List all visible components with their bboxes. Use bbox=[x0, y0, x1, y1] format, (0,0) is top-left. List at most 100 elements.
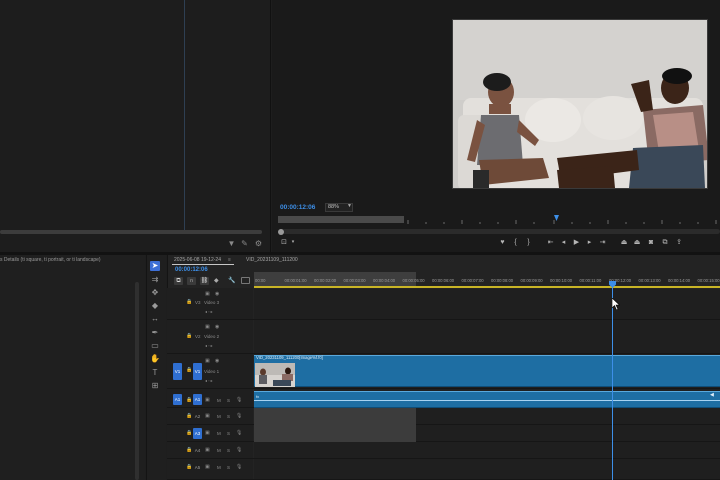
caption-icon[interactable]: ⊞ bbox=[150, 381, 160, 391]
source-scrollbar-thumb[interactable] bbox=[0, 230, 262, 234]
lock-icon[interactable]: 🔒 bbox=[186, 367, 192, 373]
monitor-settings-icon[interactable]: ⊡ bbox=[279, 238, 289, 247]
mic-icon[interactable]: 🎙 bbox=[236, 430, 242, 436]
track-row-v3 bbox=[167, 288, 720, 320]
sync-lock-icon[interactable]: ▣ bbox=[205, 413, 210, 419]
solo-a5[interactable]: S bbox=[227, 465, 230, 470]
tab-sequence-2[interactable]: VID_20231109_111200 bbox=[246, 257, 298, 263]
toggle-sync-lock-icon[interactable]: ▣ bbox=[205, 324, 210, 330]
sync-lock-icon[interactable]: ▣ bbox=[205, 464, 210, 470]
go-to-in-icon[interactable]: ⇤ bbox=[546, 238, 555, 247]
program-timecode[interactable]: 00:00:12:06 bbox=[280, 204, 315, 211]
lift-icon[interactable]: ⏏ bbox=[619, 238, 629, 247]
mic-icon[interactable]: 🎙 bbox=[236, 464, 242, 470]
monitor-zoom-knob[interactable] bbox=[278, 229, 284, 235]
tab-close-icon[interactable]: ≡ bbox=[228, 257, 231, 263]
keyframe-nav-icon[interactable]: ◂ ◦ ▸ bbox=[205, 309, 213, 314]
track-target-v1[interactable]: V1 bbox=[193, 363, 202, 380]
button-editor-icon[interactable]: ⇪ bbox=[674, 238, 684, 247]
track-target-a5[interactable]: A5 bbox=[193, 465, 202, 470]
track-target-a4[interactable]: A4 bbox=[193, 448, 202, 453]
audio-gap-region bbox=[254, 408, 416, 442]
video-clip[interactable] bbox=[254, 355, 720, 387]
settings-icon[interactable]: ⚙ bbox=[254, 240, 263, 248]
sync-lock-icon[interactable]: ▣ bbox=[205, 397, 210, 403]
marker-add-icon[interactable]: ◆ bbox=[214, 277, 219, 284]
sync-lock-icon[interactable]: ▣ bbox=[205, 447, 210, 453]
audio-fx-badge: fx bbox=[256, 394, 260, 399]
lock-icon[interactable]: 🔒 bbox=[186, 333, 192, 339]
keyframe-nav-icon[interactable]: ◂ ◦ ▸ bbox=[205, 378, 213, 383]
eye-icon[interactable]: ◉ bbox=[215, 291, 219, 297]
marker-icon[interactable]: ♥ bbox=[498, 238, 507, 247]
track-name-v2: Video 2 bbox=[204, 334, 220, 339]
pen-tool-icon[interactable]: ✒ bbox=[150, 328, 160, 338]
mute-a3[interactable]: M bbox=[217, 431, 221, 436]
track-name-v3: Video 3 bbox=[204, 300, 220, 305]
out-point-icon[interactable]: } bbox=[525, 238, 532, 247]
lock-icon[interactable]: 🔒 bbox=[186, 413, 192, 419]
mic-icon[interactable]: 🎙 bbox=[236, 447, 242, 453]
mute-a4[interactable]: M bbox=[217, 448, 221, 453]
step-forward-icon[interactable]: ▸ bbox=[585, 238, 594, 247]
lock-icon[interactable]: 🔒 bbox=[186, 397, 192, 403]
solo-a1[interactable]: S bbox=[227, 398, 230, 403]
export-frame-icon[interactable]: ◙ bbox=[646, 238, 656, 247]
monitor-in-out-range[interactable] bbox=[278, 216, 404, 223]
timeline-playhead-line[interactable] bbox=[612, 286, 613, 480]
thumbnail-image bbox=[255, 363, 295, 387]
ripple-edit-icon[interactable]: ✥ bbox=[150, 288, 160, 298]
go-to-out-icon[interactable]: ⇥ bbox=[598, 238, 607, 247]
eye-icon[interactable]: ◉ bbox=[215, 358, 219, 364]
solo-a4[interactable]: S bbox=[227, 448, 230, 453]
rectangle-tool-icon[interactable]: ▭ bbox=[150, 341, 160, 351]
track-target-a1[interactable]: A1 bbox=[193, 394, 202, 405]
track-target-a2[interactable]: A2 bbox=[193, 411, 202, 422]
eye-icon[interactable]: ◉ bbox=[215, 324, 219, 330]
audio-waveform bbox=[254, 400, 720, 401]
track-target-a3[interactable]: A3 bbox=[193, 428, 202, 439]
source-patch-v1[interactable]: V1 bbox=[173, 363, 182, 380]
mute-a5[interactable]: M bbox=[217, 465, 221, 470]
pen-icon[interactable]: ✎ bbox=[240, 240, 249, 248]
lock-icon[interactable]: 🔒 bbox=[186, 464, 192, 470]
slip-icon[interactable]: ↔ bbox=[150, 314, 160, 324]
mute-a1[interactable]: M bbox=[217, 398, 221, 403]
hand-tool-icon[interactable]: ✋ bbox=[150, 354, 160, 364]
tab-sequence-1[interactable]: 2025-06-08 19-12-24 bbox=[174, 257, 221, 263]
timeline-timecode[interactable]: 00:00:12:06 bbox=[175, 267, 208, 273]
in-point-icon[interactable]: { bbox=[512, 238, 519, 247]
linked-selection-icon[interactable]: ⛓ bbox=[200, 277, 209, 285]
keyframe-nav-icon[interactable]: ◂ ◦ ▸ bbox=[205, 343, 213, 348]
toggle-sync-lock-icon[interactable]: ▣ bbox=[205, 291, 210, 297]
razor-icon[interactable]: ◆ bbox=[150, 301, 160, 311]
snap-icon[interactable]: ∩ bbox=[187, 277, 196, 285]
solo-a3[interactable]: S bbox=[227, 431, 230, 436]
selection-tool-icon[interactable]: ➤ bbox=[150, 261, 160, 271]
lock-icon[interactable]: 🔒 bbox=[186, 430, 192, 436]
sync-lock-icon[interactable]: ▣ bbox=[205, 430, 210, 436]
toggle-sync-lock-icon[interactable]: ▣ bbox=[205, 358, 210, 364]
step-back-icon[interactable]: ◂ bbox=[559, 238, 568, 247]
lock-icon[interactable]: 🔒 bbox=[186, 299, 192, 305]
type-tool-icon[interactable]: T bbox=[150, 368, 160, 378]
filter-icon[interactable]: ▼ bbox=[227, 240, 236, 248]
project-scrollbar[interactable] bbox=[135, 282, 139, 480]
mute-a2[interactable]: M bbox=[217, 414, 221, 419]
extract-icon[interactable]: ⏏ bbox=[632, 238, 642, 247]
play-icon[interactable]: ▶ bbox=[572, 238, 581, 247]
chevron-down-icon[interactable]: ▾ bbox=[289, 238, 297, 247]
track-select-icon[interactable]: ⇉ bbox=[150, 275, 160, 285]
mic-icon[interactable]: 🎙 bbox=[236, 397, 242, 403]
source-patch-a1[interactable]: A1 bbox=[173, 394, 182, 405]
solo-a2[interactable]: S bbox=[227, 414, 230, 419]
ruler-label: 00:00:09:00 bbox=[520, 278, 543, 283]
mic-icon[interactable]: 🎙 bbox=[236, 413, 242, 419]
video-clip-thumbnail bbox=[255, 363, 295, 387]
caption-track-icon[interactable] bbox=[241, 277, 250, 284]
comparison-view-icon[interactable]: ⧉ bbox=[660, 238, 670, 247]
lock-icon[interactable]: 🔒 bbox=[186, 447, 192, 453]
wrench-icon[interactable]: 🔧 bbox=[228, 277, 235, 284]
monitor-zoom-scrollbar[interactable] bbox=[278, 229, 720, 234]
nest-icon[interactable]: ⧉ bbox=[174, 277, 183, 285]
